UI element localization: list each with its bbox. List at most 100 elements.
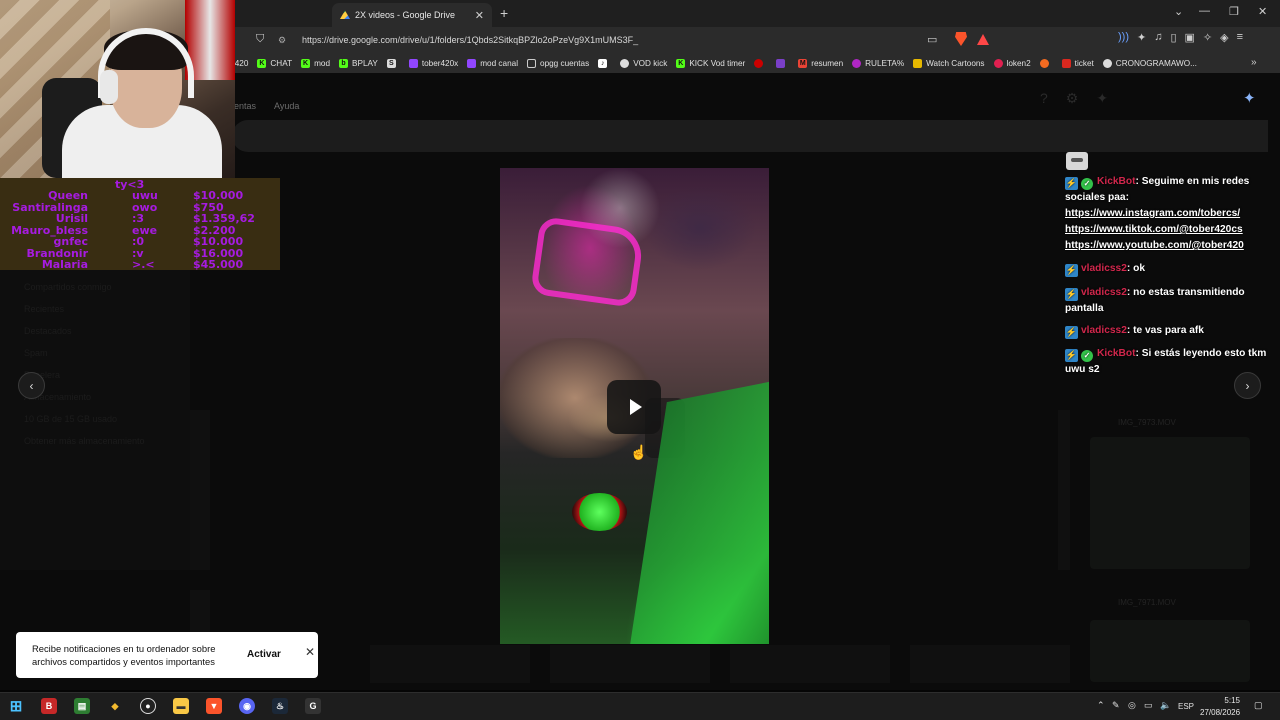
pen-icon[interactable]: ✎ [1112, 700, 1120, 711]
leo-icon[interactable]: ✧ [1203, 31, 1212, 44]
app-b-icon[interactable]: B [41, 698, 57, 714]
kick-icon: K [257, 58, 267, 68]
notifications-icon[interactable]: ▢ [1254, 700, 1263, 711]
file-thumbnail[interactable] [1090, 620, 1250, 682]
new-tab-icon[interactable]: + [500, 5, 508, 21]
bookmark-icon[interactable]: ⛉ [256, 33, 264, 46]
file-thumbnail[interactable] [1090, 437, 1250, 569]
bookmark-item[interactable]: mod canal [467, 58, 518, 68]
twitch-icon [467, 58, 477, 68]
bookmark-item[interactable]: K KICK Vod timer [676, 58, 745, 68]
storage-button[interactable]: Obtener más almacenamiento [24, 436, 190, 446]
bookmark-item[interactable]: b BPLAY [339, 58, 378, 68]
kick-badge-icon: ⚡ [1065, 326, 1078, 339]
close-tab-icon[interactable]: ✕ [475, 9, 484, 22]
menu-tools[interactable]: ientas [232, 101, 256, 111]
gemini-ghost-icon[interactable]: ✦ [1096, 90, 1108, 107]
close-toast-icon[interactable]: ✕ [305, 646, 315, 659]
donor-name: gnfec [53, 235, 88, 248]
bookmark-item[interactable]: Watch Cartoons [913, 58, 985, 68]
sidebar-item[interactable]: Papelera [24, 370, 190, 380]
activate-button[interactable]: Activar [247, 648, 281, 661]
excel-like-icon[interactable]: ▤ [74, 698, 90, 714]
bookmark-item[interactable]: tober420x [408, 58, 458, 68]
donor-emote: :0 [132, 235, 145, 248]
tray-expand-icon[interactable]: ⌃ [1097, 700, 1105, 711]
url-field[interactable]: ⚙ https://drive.google.com/drive/u/1/fol… [278, 30, 998, 50]
sidebar-icon[interactable]: ▯ [1170, 31, 1176, 44]
binance-icon[interactable]: ◆ [107, 698, 123, 714]
bookmark-item[interactable]: ticket [1061, 58, 1094, 68]
audio-icon[interactable]: ))) [1118, 31, 1129, 44]
chat-link[interactable]: https://www.youtube.com/@tober420 [1065, 238, 1275, 254]
bookmark-item[interactable]: loken2 [993, 58, 1031, 68]
donor-name: Urisil [55, 212, 88, 225]
extensions-icon[interactable]: ✦ [1137, 31, 1146, 44]
wallet-icon[interactable]: ▣ [1185, 31, 1195, 44]
bookmark-item[interactable]: opgg cuentas [527, 58, 589, 68]
network-icon[interactable]: ▭ [1144, 700, 1153, 711]
sidebar-item[interactable]: Spam [24, 348, 190, 358]
drive-menu: ientas Ayuda [232, 101, 315, 111]
language-indicator[interactable]: ESP [1178, 702, 1194, 711]
play-button[interactable] [607, 380, 661, 434]
close-window-icon[interactable]: ✕ [1258, 5, 1267, 18]
brave-browser-icon[interactable]: ▼ [206, 698, 222, 714]
system-clock[interactable]: 5:15 27/08/2026 [1200, 695, 1240, 719]
bookmark-item[interactable]: Kmod [301, 58, 330, 68]
file-thumbnail[interactable] [730, 645, 890, 683]
bookmark-item[interactable] [776, 58, 789, 68]
settings-icon[interactable]: ⚙ [1066, 90, 1079, 107]
bookmark-item[interactable]: Mresumen [798, 58, 843, 68]
bookmark-item[interactable]: ♪ [598, 58, 611, 68]
chat-message: ⚡ ✓ KickBot: Seguime en mis redes sociales… [1065, 174, 1275, 254]
windows-start-icon[interactable]: ⊞ [8, 698, 24, 715]
kick-badge-icon: ⚡ [1065, 288, 1078, 301]
bookmark-item[interactable] [754, 58, 767, 68]
app-gg-icon[interactable]: G [305, 698, 321, 714]
gmail-icon: M [798, 58, 808, 68]
site-info-icon[interactable]: ⚙ [278, 35, 292, 46]
restore-icon[interactable]: ❐ [1229, 5, 1239, 18]
bookmark-item[interactable] [1039, 58, 1053, 68]
file-explorer-icon[interactable]: ▬ [173, 698, 189, 714]
gemini-icon[interactable]: ✦ [1243, 89, 1256, 107]
vpn-tray-icon[interactable]: ◎ [1128, 700, 1136, 711]
file-thumbnail[interactable] [1058, 410, 1070, 570]
bookmark-item[interactable]: CRONOGRAMAWO... [1102, 58, 1197, 68]
steam-icon[interactable]: ♨ [272, 698, 288, 714]
obs-icon[interactable]: ● [140, 698, 156, 714]
bookmark-item[interactable]: RULETA% [852, 58, 904, 68]
chat-link[interactable]: https://www.tiktok.com/@tober420cs [1065, 222, 1275, 238]
menu-icon[interactable]: ≡ [1237, 31, 1243, 44]
cast-icon[interactable]: ▭ [927, 33, 937, 46]
brave-rewards-icon[interactable] [977, 34, 989, 45]
media-icon[interactable]: ♫ [1154, 31, 1162, 44]
chat-link[interactable]: https://www.instagram.com/tobercs/ [1065, 206, 1275, 222]
bookmark-item[interactable]: K CHAT [257, 58, 292, 68]
minimize-icon[interactable]: — [1199, 5, 1210, 17]
file-thumbnail[interactable] [550, 645, 710, 683]
tab-drive[interactable]: 2X videos - Google Drive ✕ [332, 3, 492, 27]
file-name: IMG_7973.MOV [1118, 418, 1176, 427]
sidebar-item[interactable]: Compartidos conmigo [24, 282, 190, 292]
discord-icon[interactable]: ◉ [239, 698, 255, 714]
menu-help[interactable]: Ayuda [274, 101, 299, 111]
bookmark-item[interactable]: S [386, 58, 400, 68]
drive-search-bar[interactable] [232, 120, 1268, 152]
file-thumbnail[interactable] [190, 410, 210, 570]
volume-icon[interactable]: 🔈 [1160, 700, 1171, 711]
sidebar-item[interactable]: Recientes [24, 304, 190, 314]
help-icon[interactable]: ? [1040, 90, 1048, 107]
previous-file-button[interactable]: ‹ [18, 372, 45, 399]
more-bookmarks-icon[interactable]: » [1251, 57, 1257, 68]
sidebar-item[interactable]: Almacenamiento [24, 392, 190, 402]
tab-search-icon[interactable]: ⌄ [1174, 5, 1183, 18]
sidebar-item[interactable]: Destacados [24, 326, 190, 336]
bookmark-item[interactable]: VOD kick [620, 58, 667, 68]
kick-icon: K [676, 58, 686, 68]
extensions-toolbar: ))) ✦ ♫ ▯ ▣ ✧ ◈ ≡ [1118, 31, 1243, 44]
file-thumbnail[interactable] [370, 645, 530, 683]
file-thumbnail[interactable] [910, 645, 1070, 683]
vpn-icon[interactable]: ◈ [1220, 31, 1228, 44]
